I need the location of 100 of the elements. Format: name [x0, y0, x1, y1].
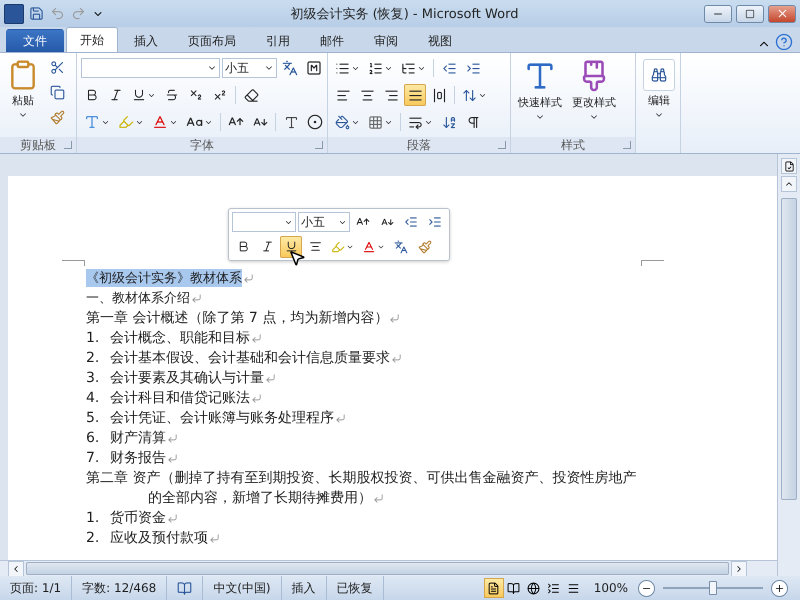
font-color-icon	[362, 240, 376, 254]
ribbon-tab[interactable]: 页面布局	[174, 29, 250, 52]
document-line: 会计基本假设、会计基础和会计信息质量要求	[110, 349, 390, 367]
paragraph-mark-icon	[167, 432, 178, 444]
help-icon	[775, 33, 793, 51]
document-line: 会计概念、职能和目标	[110, 329, 250, 347]
zoom-slider-thumb[interactable]	[709, 581, 717, 595]
zoom-out-button[interactable]	[638, 580, 655, 596]
binoculars-icon	[651, 67, 667, 83]
document-line: 会计凭证、会计账簿与账务处理程序	[110, 409, 334, 427]
recovery-status: 已恢复	[326, 576, 384, 600]
increase-indent-icon	[428, 215, 442, 230]
phonetic-icon	[282, 60, 298, 76]
distributed-align-icon	[432, 88, 446, 102]
paragraph-mark-icon	[373, 492, 384, 504]
italic-icon	[260, 240, 274, 254]
lines-icon	[567, 582, 580, 594]
list-number: 4.	[86, 390, 100, 406]
ribbon-tab[interactable]: 开始	[66, 27, 118, 52]
window-title: 初级会计实务 (恢复) - Microsoft Word	[290, 6, 520, 22]
insert-mode-status[interactable]: 插入	[282, 576, 327, 600]
ribbon-tab[interactable]: 引用	[252, 29, 304, 52]
scroll-right-button[interactable]	[731, 560, 747, 576]
scroll-up-button[interactable]	[781, 176, 797, 192]
circled-character-icon	[307, 114, 323, 130]
copy-icon	[50, 84, 64, 100]
document-line: 第一章 会计概述（除了第 7 点，均为新增内容）	[86, 309, 388, 327]
paint-bucket-icon	[335, 114, 350, 130]
line-spacing-icon	[462, 88, 477, 102]
zoom-in-button[interactable]	[771, 580, 788, 596]
paragraph-mark-icon	[251, 392, 262, 404]
ribbon-tab[interactable]: 插入	[120, 29, 172, 52]
align-left-icon	[336, 88, 350, 102]
scroll-left-button[interactable]	[8, 560, 24, 576]
page-count[interactable]: 页面: 1/1	[0, 576, 72, 600]
document-line: 会计科目和借贷记账法	[110, 389, 250, 407]
document-line: 的全部内容，新增了长期待摊费用）	[148, 489, 372, 507]
paragraph-mark-icon	[191, 292, 202, 304]
save-icon	[29, 6, 44, 21]
group-label: 剪贴板	[0, 137, 76, 153]
group-label: 段落	[328, 137, 510, 153]
group-label: 样式	[511, 137, 635, 153]
proofing-book-icon	[177, 580, 192, 596]
subscript-icon	[189, 88, 203, 102]
ruler-toggle-button[interactable]	[781, 158, 797, 174]
paragraph-mark-icon	[167, 452, 178, 464]
ribbon-tab[interactable]: 邮件	[306, 29, 358, 52]
font-name-field[interactable]	[81, 58, 220, 78]
paragraph-mark-icon	[167, 512, 178, 524]
font-size-field[interactable]: 小五	[298, 212, 350, 232]
paste-button[interactable]: 粘贴	[4, 56, 42, 137]
highlighter-icon	[331, 240, 345, 254]
decrease-indent-icon	[442, 60, 456, 76]
change-styles-button[interactable]: 更改样式	[569, 56, 619, 137]
list-number: 2.	[86, 530, 100, 546]
maximize-button[interactable]	[736, 4, 764, 22]
paragraph-mark-icon	[391, 352, 402, 364]
horizontal-scrollbar-thumb[interactable]	[26, 562, 729, 575]
plus-icon	[774, 582, 785, 594]
vertical-scrollbar-thumb[interactable]	[781, 198, 797, 500]
close-button[interactable]	[768, 4, 796, 22]
letter-icon	[84, 114, 100, 130]
highlighter-icon	[118, 114, 134, 130]
view-button[interactable]	[484, 578, 504, 598]
ribbon-tab[interactable]: 视图	[414, 29, 466, 52]
file-tab[interactable]: 文件	[6, 29, 64, 52]
outline-list-icon	[547, 582, 560, 594]
paragraph-mark-icon	[265, 372, 276, 384]
paragraph-mark-icon	[335, 412, 346, 424]
paragraph-mark-icon	[243, 272, 254, 284]
align-right-icon	[384, 88, 398, 102]
multilevel-list-icon	[401, 60, 416, 76]
book-icon	[507, 582, 520, 594]
font-name-field[interactable]	[232, 212, 296, 232]
paintbrush-icon	[50, 110, 64, 124]
underline-icon	[284, 240, 298, 254]
superscript-icon	[213, 88, 227, 102]
redo-icon	[71, 6, 86, 21]
document-line: 财产清算	[110, 429, 166, 447]
language-status[interactable]: 中文(中国)	[203, 576, 282, 600]
font-color-icon	[152, 114, 168, 130]
paragraph-mark-icon	[251, 332, 262, 344]
bullet-list-icon	[335, 60, 350, 76]
zoom-level[interactable]: 100%	[584, 576, 638, 600]
strikethrough-icon	[165, 88, 179, 102]
pilcrow-icon	[466, 114, 480, 130]
font-size-field[interactable]: 小五	[222, 58, 277, 78]
quick-styles-button[interactable]: 快速样式	[515, 56, 565, 137]
ribbon-tab[interactable]: 审阅	[360, 29, 412, 52]
increase-indent-icon	[466, 60, 480, 76]
editing-button[interactable]: 编辑	[640, 56, 678, 137]
align-justify-icon	[408, 88, 422, 102]
save-button[interactable]	[28, 5, 45, 22]
document-line: 应收及预付款项	[110, 529, 208, 547]
align-button[interactable]	[404, 84, 426, 106]
globe-icon	[527, 582, 540, 594]
word-count[interactable]: 字数: 12/468	[72, 576, 168, 600]
align-center-icon	[308, 240, 322, 254]
phonetic-icon	[394, 240, 408, 254]
decrease-indent-icon	[404, 215, 418, 230]
